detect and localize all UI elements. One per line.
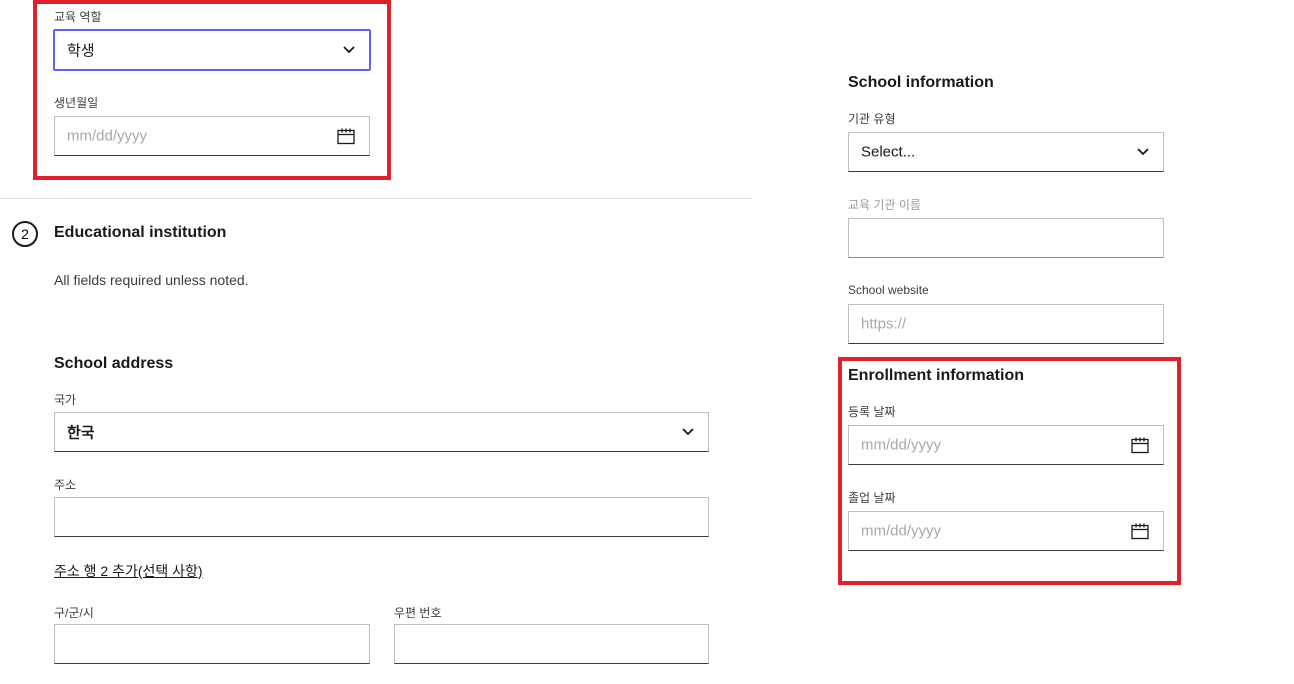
- section-title: Educational institution: [54, 224, 227, 241]
- institution-name-label: 교육 기관 이름: [848, 198, 921, 212]
- school-information-heading: School information: [848, 74, 994, 91]
- institution-type-label: 기관 유형: [848, 112, 896, 126]
- chevron-down-icon: [1137, 148, 1149, 156]
- highlight-box-enrollment: [838, 357, 1181, 585]
- highlight-box-personal: [33, 0, 391, 180]
- city-input[interactable]: [54, 624, 370, 664]
- postal-code-input[interactable]: [394, 624, 709, 664]
- country-value: 한국: [67, 424, 95, 442]
- school-website-input[interactable]: https://: [848, 304, 1164, 344]
- country-label: 국가: [54, 393, 77, 407]
- school-website-label: School website: [848, 283, 929, 297]
- country-select[interactable]: 한국: [54, 412, 709, 452]
- city-label: 구/군/시: [54, 606, 94, 620]
- section-divider: [0, 198, 752, 199]
- address-label: 주소: [54, 478, 77, 492]
- chevron-down-icon: [682, 428, 694, 436]
- institution-type-select[interactable]: Select...: [848, 132, 1164, 172]
- required-note: All fields required unless noted.: [54, 272, 249, 288]
- address-input[interactable]: [54, 497, 709, 537]
- school-address-heading: School address: [54, 355, 174, 372]
- school-website-placeholder: https://: [861, 315, 907, 333]
- postal-code-label: 우편 번호: [394, 606, 442, 620]
- step-number-badge: 2: [12, 221, 38, 247]
- institution-name-input[interactable]: [848, 218, 1164, 258]
- add-address-line-link[interactable]: 주소 행 2 추가(선택 사항): [54, 561, 203, 581]
- institution-type-value: Select...: [861, 143, 916, 161]
